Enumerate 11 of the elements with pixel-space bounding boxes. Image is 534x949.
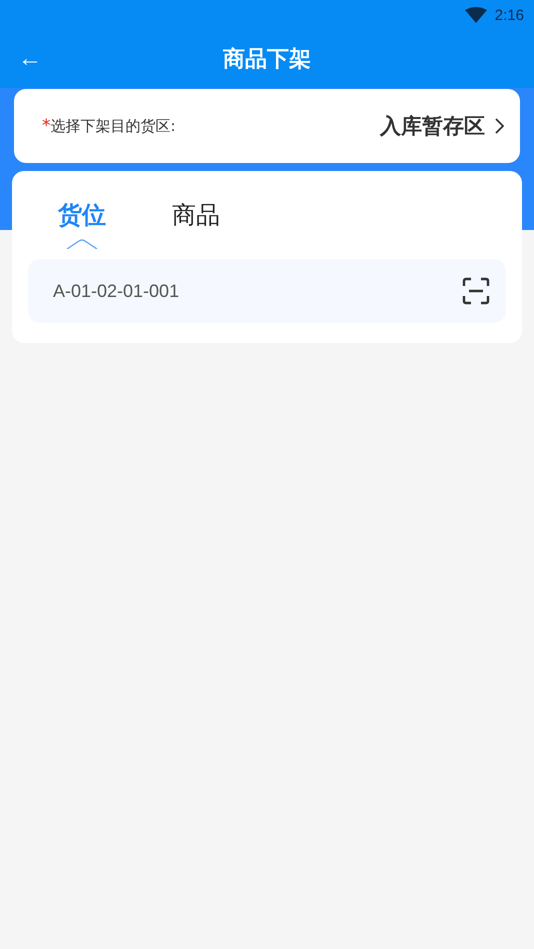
- location-input-field[interactable]: A-01-02-01-001: [28, 259, 506, 323]
- wifi-icon: [464, 7, 487, 23]
- tab[interactable]: 货位: [58, 199, 106, 231]
- destination-picker[interactable]: 入库暂存区: [380, 112, 504, 140]
- page-title: 商品下架: [223, 46, 311, 74]
- scan-icon[interactable]: [462, 277, 490, 305]
- tab-indicator-icon: [66, 239, 98, 249]
- status-time: 2:16: [494, 6, 524, 24]
- tab[interactable]: 商品: [172, 199, 220, 231]
- chevron-right-icon: [495, 118, 504, 134]
- destination-label: *选择下架目的货区:: [42, 116, 176, 136]
